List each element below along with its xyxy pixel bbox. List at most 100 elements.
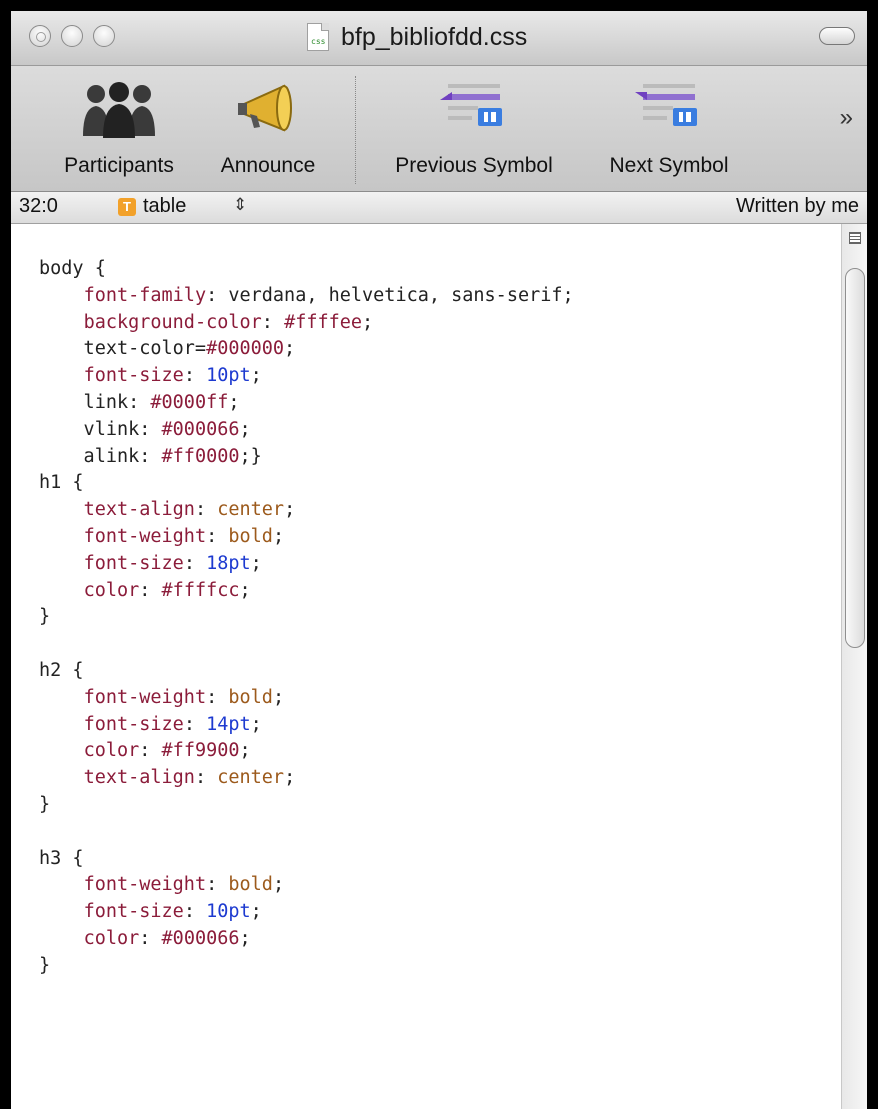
participants-button[interactable]: Participants — [49, 66, 189, 191]
code-token: } — [39, 793, 51, 815]
next-symbol-button[interactable]: Next Symbol — [583, 66, 755, 191]
popup-arrows-icon[interactable]: ⇕ — [233, 195, 247, 215]
code-token: vlink: — [39, 418, 162, 440]
code-line[interactable]: text-align: center; — [39, 497, 574, 524]
code-token: 10pt — [206, 365, 251, 387]
code-token: color — [83, 579, 140, 601]
code-line[interactable]: text-align: center; — [39, 765, 574, 792]
code-token: : — [183, 713, 207, 735]
code-token: text-color= — [39, 338, 207, 360]
participants-icon — [83, 82, 155, 138]
code-line[interactable]: font-family: verdana, helvetica, sans-se… — [39, 283, 574, 310]
code-token: : — [194, 767, 218, 789]
title-bar[interactable]: css bfp_bibliofdd.css — [11, 11, 867, 66]
code-token: #ffffcc — [161, 579, 240, 601]
code-line[interactable]: font-size: 10pt; — [39, 363, 574, 390]
code-token: } — [39, 954, 51, 976]
code-line[interactable] — [39, 631, 574, 658]
code-line[interactable]: h1 { — [39, 470, 574, 497]
symbol-type-icon[interactable]: T — [118, 198, 136, 216]
minimize-window-button[interactable] — [61, 25, 83, 47]
code-line[interactable]: color: #ff9900; — [39, 738, 574, 765]
previous-symbol-label: Previous Symbol — [395, 154, 553, 177]
code-line[interactable]: font-size: 10pt; — [39, 899, 574, 926]
scrollbar-thumb[interactable] — [845, 268, 865, 648]
code-token: link: — [39, 391, 151, 413]
code-line[interactable]: text-color=#000000; — [39, 336, 574, 363]
vertical-scrollbar[interactable] — [841, 224, 867, 1109]
code-token: background-color — [83, 311, 262, 333]
code-line[interactable]: } — [39, 792, 574, 819]
code-line[interactable]: } — [39, 604, 574, 631]
css-file-icon[interactable]: css — [307, 23, 329, 51]
code-token: ; — [250, 552, 262, 574]
code-token: } — [39, 606, 51, 628]
code-token: : — [183, 365, 207, 387]
code-line[interactable]: background-color: #ffffee; — [39, 310, 574, 337]
code-line[interactable]: font-weight: bold; — [39, 872, 574, 899]
code-token: font-size — [83, 365, 184, 387]
zoom-window-button[interactable] — [93, 25, 115, 47]
code-line[interactable]: } — [39, 953, 574, 980]
code-token: ; — [284, 767, 296, 789]
code-line[interactable]: h3 { — [39, 846, 574, 873]
code-line[interactable]: font-size: 14pt; — [39, 712, 574, 739]
code-token: h1 { — [39, 472, 84, 494]
next-symbol-label: Next Symbol — [609, 154, 729, 177]
code-token: body { — [39, 258, 106, 279]
code-line[interactable]: vlink: #000066; — [39, 417, 574, 444]
code-token: #0000ff — [150, 391, 229, 413]
code-line[interactable] — [39, 819, 574, 846]
code-token: : — [206, 686, 229, 708]
code-token: font-size — [83, 552, 184, 574]
code-token: h2 { — [39, 659, 84, 681]
code-token: color — [83, 740, 140, 762]
code-token: font-size — [83, 901, 184, 923]
code-token: font-weight — [83, 874, 207, 896]
code-token: center — [217, 499, 285, 521]
code-line[interactable]: color: #ffffcc; — [39, 578, 574, 605]
previous-symbol-button[interactable]: Previous Symbol — [375, 66, 573, 191]
code-line[interactable]: alink: #ff0000;} — [39, 444, 574, 471]
code-token: #ffffee — [284, 311, 363, 333]
code-token: ; — [272, 686, 285, 708]
code-line[interactable]: font-size: 18pt; — [39, 551, 574, 578]
code-line[interactable]: link: #0000ff; — [39, 390, 574, 417]
announce-button[interactable]: Announce — [203, 66, 333, 191]
code-token: ; — [284, 338, 296, 360]
code-line[interactable]: color: #000066; — [39, 926, 574, 953]
code-line[interactable]: body { — [39, 256, 574, 283]
code-token: 14pt — [206, 713, 251, 735]
code-text[interactable]: body { font-family: verdana, helvetica, … — [39, 256, 574, 980]
code-token: #ff9900 — [161, 740, 240, 762]
code-token: : — [261, 311, 285, 333]
code-token: font-weight — [83, 525, 207, 547]
code-token: ; — [272, 874, 285, 896]
code-token: : — [183, 901, 207, 923]
symbol-popup[interactable]: table — [143, 195, 186, 218]
toolbar-toggle-button[interactable] — [819, 27, 855, 45]
code-token: ; — [250, 901, 262, 923]
author-label: Written by me — [736, 195, 859, 217]
code-token: : — [206, 874, 229, 896]
toolbar-overflow-button[interactable]: » — [840, 104, 853, 132]
code-token: 18pt — [206, 552, 251, 574]
split-view-icon[interactable] — [849, 232, 861, 244]
code-token: ; — [250, 713, 262, 735]
code-line[interactable]: font-weight: bold; — [39, 685, 574, 712]
code-token: bold — [228, 874, 273, 896]
toolbar-separator — [355, 76, 356, 184]
code-token: : — [139, 579, 162, 601]
code-editor[interactable]: body { font-family: verdana, helvetica, … — [11, 224, 841, 1109]
file-icon-text: css — [311, 37, 326, 46]
next-symbol-icon — [635, 84, 697, 126]
close-window-button[interactable] — [29, 25, 51, 47]
code-line[interactable]: font-weight: bold; — [39, 524, 574, 551]
code-line[interactable]: h2 { — [39, 658, 574, 685]
announce-label: Announce — [220, 154, 316, 177]
